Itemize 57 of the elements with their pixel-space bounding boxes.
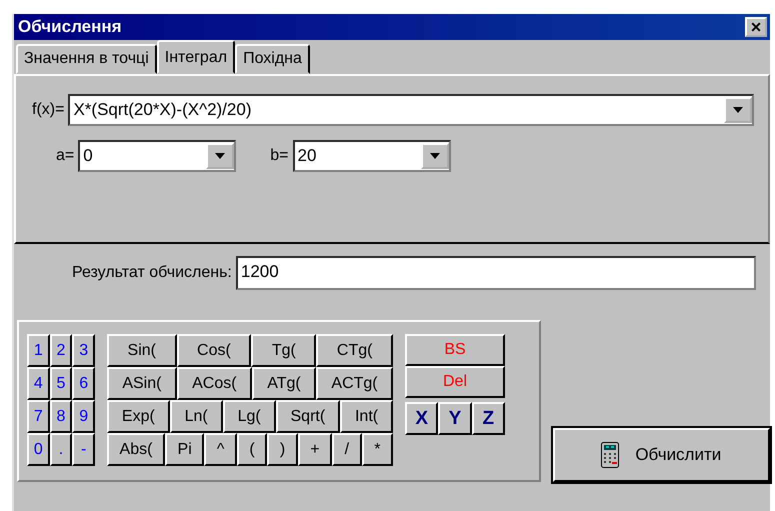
variable-key[interactable]: Z (472, 402, 505, 435)
digit-key[interactable]: 8 (50, 400, 72, 433)
function-key[interactable]: ACos( (176, 367, 252, 400)
digit-key[interactable]: . (50, 433, 72, 466)
function-key[interactable]: ^ (204, 433, 237, 466)
limit-combobox[interactable]: 20 (292, 140, 450, 172)
function-key[interactable]: Tg( (251, 334, 316, 367)
function-key[interactable]: Sin( (107, 334, 176, 367)
function-key[interactable]: ( (236, 433, 268, 466)
caret-icon (215, 153, 226, 159)
dropdown-button[interactable] (724, 97, 752, 123)
function-key[interactable]: Exp( (107, 400, 170, 433)
digit-key[interactable]: 0 (27, 433, 50, 466)
digit-key[interactable]: - (72, 433, 96, 466)
calculate-button[interactable]: Обчислити (552, 428, 770, 482)
digit-key[interactable]: 9 (72, 400, 96, 433)
caret-icon (733, 107, 743, 113)
function-key[interactable]: ATg( (252, 367, 316, 400)
tab[interactable]: Значення в точці (16, 44, 157, 74)
function-key[interactable]: Cos( (176, 334, 252, 367)
limit-combobox[interactable]: 0 (78, 140, 236, 172)
function-key[interactable]: ) (267, 433, 298, 466)
window-title: Обчислення (18, 17, 122, 37)
caret-icon (430, 153, 440, 159)
field-label: f(x)= (32, 101, 64, 119)
dropdown-button[interactable] (206, 143, 234, 169)
variable-key[interactable]: Y (438, 402, 472, 435)
digit-key[interactable]: 4 (27, 367, 50, 400)
digit-key[interactable]: 7 (27, 400, 50, 433)
function-key[interactable]: * (362, 433, 393, 466)
function-key[interactable]: ACTg( (316, 367, 393, 400)
digit-key[interactable]: 1 (27, 334, 50, 367)
calculator-icon (601, 442, 620, 468)
tab[interactable]: Похідна (235, 44, 310, 74)
result-field[interactable]: 1200 (236, 256, 756, 290)
function-key[interactable]: Abs( (107, 433, 165, 466)
field-label: a= (56, 147, 74, 165)
tab[interactable]: Інтеграл (156, 40, 236, 74)
result-label: Результат обчислень: (72, 264, 232, 282)
close-button[interactable]: × (745, 17, 767, 37)
function-key[interactable]: Int( (340, 400, 394, 433)
function-key[interactable]: Pi (164, 433, 204, 466)
function-key[interactable]: + (298, 433, 332, 466)
variable-key[interactable]: X (405, 402, 438, 435)
dropdown-button[interactable] (420, 143, 448, 169)
digit-key[interactable]: 5 (50, 367, 72, 400)
digit-key[interactable]: 2 (50, 334, 72, 367)
function-key[interactable]: ASin( (107, 367, 177, 400)
function-key[interactable]: Ln( (170, 400, 223, 433)
digit-key[interactable]: 6 (72, 367, 96, 400)
function-key[interactable]: Sqrt( (276, 400, 340, 433)
field-label: b= (270, 147, 288, 165)
function-combobox[interactable]: X*(Sqrt(20*X)-(X^2)/20) (68, 94, 754, 126)
function-key[interactable]: CTg( (316, 334, 393, 367)
function-key[interactable]: / (332, 433, 362, 466)
function-key[interactable]: Lg( (222, 400, 276, 433)
digit-key[interactable]: 3 (72, 334, 96, 367)
